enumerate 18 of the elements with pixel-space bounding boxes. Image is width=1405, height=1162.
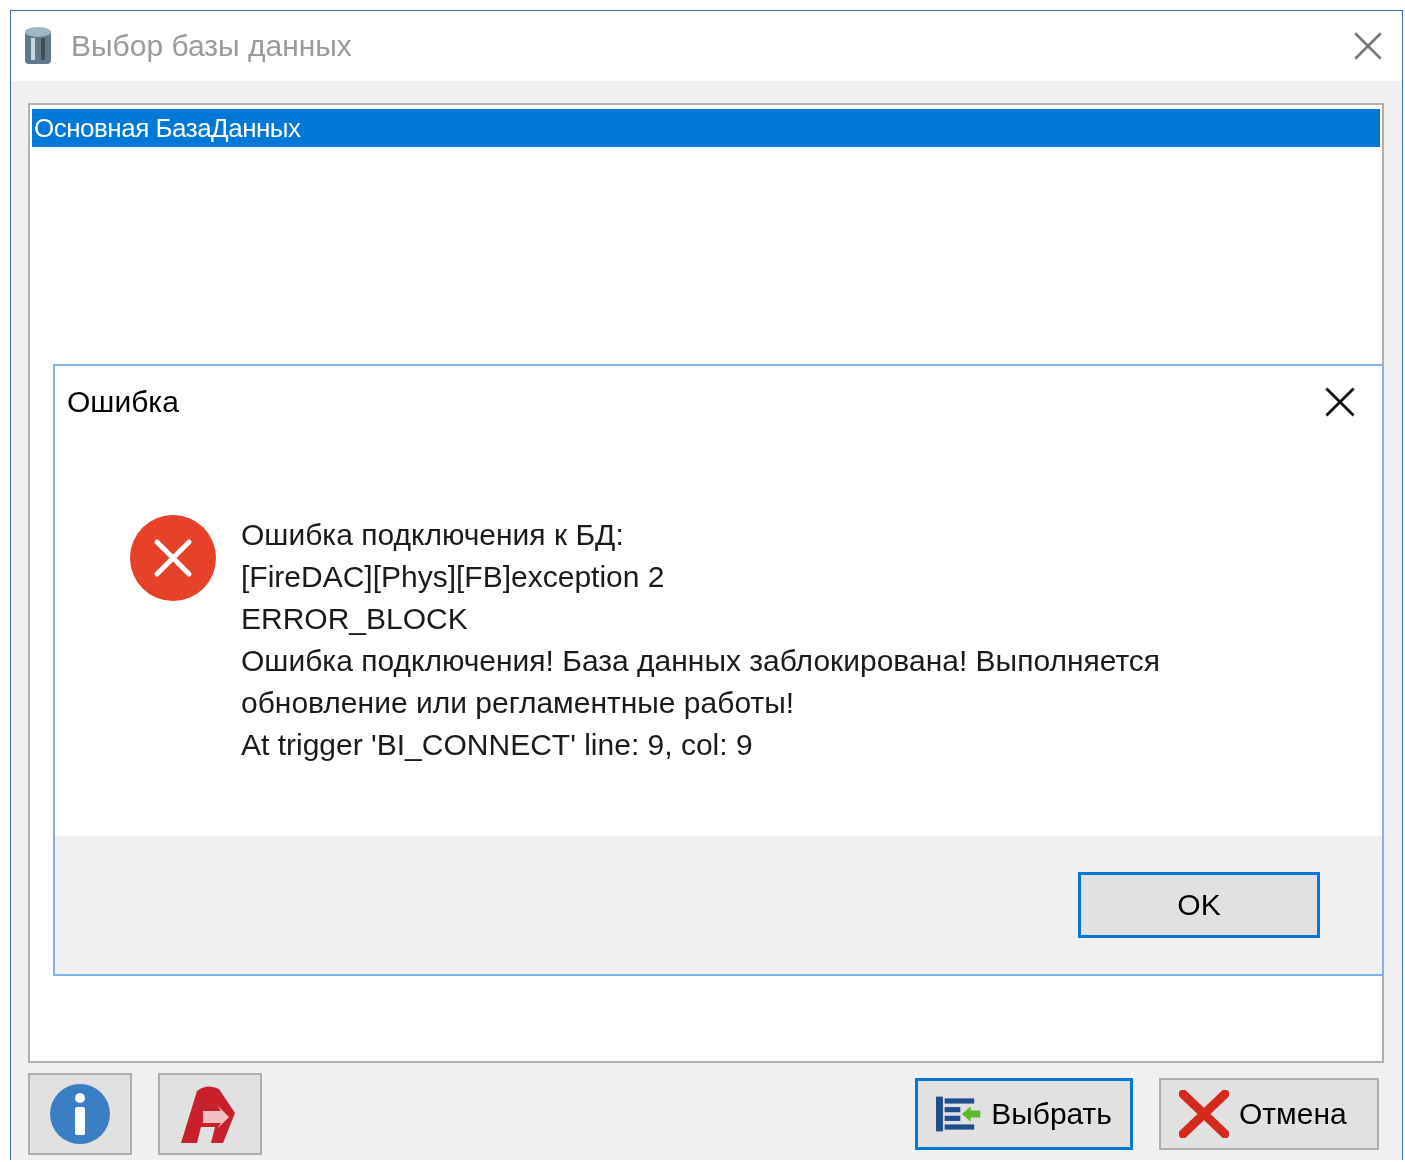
window-title: Выбор базы данных	[71, 29, 353, 63]
error-message-line: ERROR_BLOCK	[241, 601, 469, 637]
cancel-button[interactable]: Отмена	[1159, 1078, 1379, 1150]
cross-icon	[1179, 1090, 1229, 1138]
error-message-line: At trigger 'BI_CONNECT' line: 9, col: 9	[241, 727, 754, 763]
error-icon	[129, 514, 217, 602]
error-message-line: Ошибка подключения! База данных заблокирована! Выполняется обновление или регламентные работы!	[241, 643, 1162, 721]
error-message-line: Ошибка подключения к БД:	[241, 517, 625, 553]
close-icon	[1352, 30, 1384, 62]
error-message-line: [FireDAC][Phys][FB]exception 2	[241, 559, 666, 595]
close-icon	[1323, 385, 1357, 419]
database-list-item[interactable]: Основная БазаДанных	[32, 109, 1380, 147]
logo-button[interactable]	[158, 1073, 262, 1155]
dialog-title: Ошибка	[67, 385, 180, 419]
info-button[interactable]	[28, 1073, 132, 1155]
select-button[interactable]: Выбрать	[915, 1078, 1133, 1150]
ok-button[interactable]: OK	[1078, 872, 1320, 938]
info-icon	[49, 1083, 111, 1145]
